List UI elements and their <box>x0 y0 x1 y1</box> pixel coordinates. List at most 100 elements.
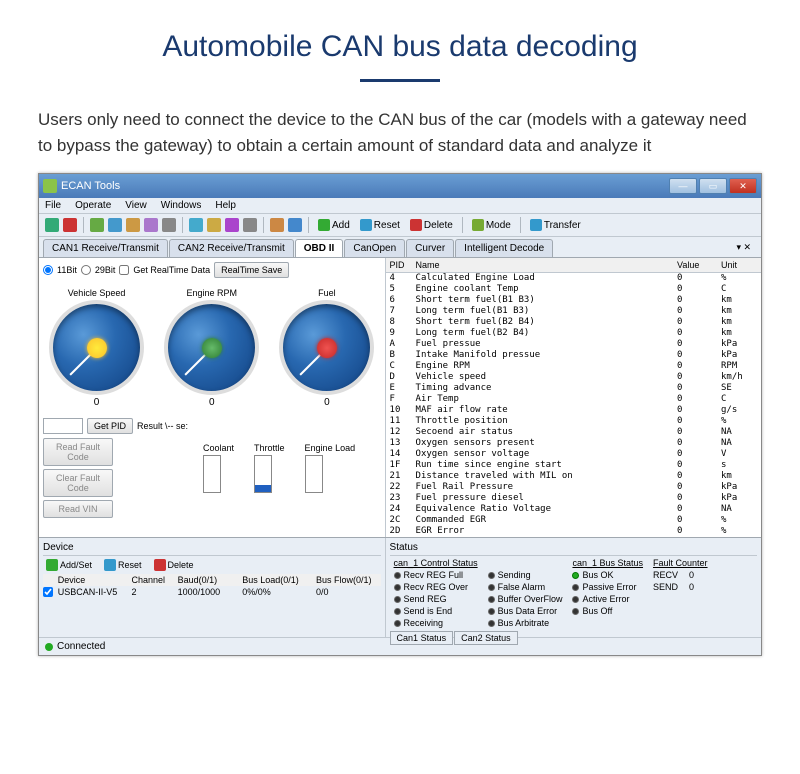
radio-11bit[interactable] <box>43 265 53 275</box>
tabs-close-icon[interactable]: ▾ ✕ <box>730 239 757 257</box>
minimize-button[interactable]: — <box>669 178 697 194</box>
add-button[interactable]: Add <box>315 218 353 232</box>
menu-view[interactable]: View <box>125 200 147 211</box>
pid-row[interactable]: AFuel pressue0kPa <box>386 339 761 350</box>
status-item: Bus Off <box>572 606 643 617</box>
pid-row[interactable]: 4Calculated Engine Load0% <box>386 273 761 284</box>
device-reset-button[interactable]: Reset <box>101 558 145 572</box>
pid-row[interactable]: FAir Temp0C <box>386 394 761 405</box>
status-item: Bus Data Error <box>488 606 563 617</box>
menu-help[interactable]: Help <box>215 200 236 211</box>
save-icon[interactable] <box>90 218 104 232</box>
transfer-button[interactable]: Transfer <box>527 218 584 232</box>
pid-row[interactable]: 14Oxygen sensor voltage0V <box>386 449 761 460</box>
tab-curver[interactable]: Curver <box>406 239 454 257</box>
grid-icon[interactable] <box>243 218 257 232</box>
pid-row[interactable]: 22Fuel Rail Pressure0kPa <box>386 482 761 493</box>
play-icon[interactable] <box>189 218 203 232</box>
pid-row[interactable]: 12Secoend air status0NA <box>386 427 761 438</box>
realtime-save-button[interactable]: RealTime Save <box>214 262 289 278</box>
window-title: ECAN Tools <box>61 180 669 192</box>
open-icon[interactable] <box>108 218 122 232</box>
fault-send-label: SEND <box>653 582 678 593</box>
radio-29bit[interactable] <box>81 265 91 275</box>
device-row[interactable]: USBCAN-II-V521000/10000%/0%0/0 <box>43 586 381 600</box>
mode-button[interactable]: Mode <box>469 218 514 232</box>
tab-can2[interactable]: CAN2 Receive/Transmit <box>169 239 294 257</box>
app-icon <box>43 179 57 193</box>
status-item: Sending <box>488 570 563 581</box>
main-area: 11Bit 29Bit Get RealTime Data RealTime S… <box>39 257 761 537</box>
pause-icon[interactable] <box>207 218 221 232</box>
menu-windows[interactable]: Windows <box>161 200 202 211</box>
label-11bit: 11Bit <box>57 265 77 275</box>
filter-icon[interactable] <box>144 218 158 232</box>
pid-row[interactable]: ETiming advance0SE <box>386 383 761 394</box>
device-panel: Device Add/Set Reset Delete DeviceChanne… <box>39 538 386 637</box>
toolbar: Add Reset Delete Mode Transfer <box>39 214 761 237</box>
pid-table-body[interactable]: 4Calculated Engine Load0%5Engine coolant… <box>386 273 761 537</box>
get-pid-button[interactable]: Get PID <box>87 418 133 434</box>
status-panel-title: Status <box>390 540 757 556</box>
maximize-button[interactable]: ▭ <box>699 178 727 194</box>
status-item: Send REG <box>394 594 478 605</box>
device-checkbox[interactable] <box>43 587 53 597</box>
tool-icon[interactable] <box>126 218 140 232</box>
clear-fault-code-button[interactable]: Clear Fault Code <box>43 469 113 497</box>
tab-obd2[interactable]: OBD II <box>295 239 344 257</box>
app-window: ECAN Tools — ▭ ✕ File Operate View Windo… <box>38 173 762 656</box>
status-item: False Alarm <box>488 582 563 593</box>
titlebar: ECAN Tools — ▭ ✕ <box>39 174 761 198</box>
config-icon[interactable] <box>162 218 176 232</box>
device-addset-button[interactable]: Add/Set <box>43 558 95 572</box>
pid-row[interactable]: 10MAF air flow rate0g/s <box>386 405 761 416</box>
tab-canopen[interactable]: CanOpen <box>344 239 405 257</box>
pid-row[interactable]: 5Engine coolant Temp0C <box>386 284 761 295</box>
stop-icon[interactable] <box>63 218 77 232</box>
pid-row[interactable]: BIntake Manifold pressue0kPa <box>386 350 761 361</box>
close-button[interactable]: ✕ <box>729 178 757 194</box>
pid-row[interactable]: 2CCommanded EGR0% <box>386 515 761 526</box>
option-icon[interactable] <box>225 218 239 232</box>
status-item: Buffer OverFlow <box>488 594 563 605</box>
menu-operate[interactable]: Operate <box>75 200 111 211</box>
tab-intelligent-decode[interactable]: Intelligent Decode <box>455 239 553 257</box>
pid-row[interactable]: 7Long term fuel(B1 B3)0km <box>386 306 761 317</box>
pid-row[interactable]: 2DEGR Error0% <box>386 526 761 537</box>
status-col4-header: Fault Counter <box>653 558 708 569</box>
pid-row[interactable]: 11Throttle position0% <box>386 416 761 427</box>
pid-row[interactable]: 13Oxygen sensors present0NA <box>386 438 761 449</box>
status-item: Bus Arbitrate <box>488 618 563 629</box>
pid-row[interactable]: 6Short term fuel(B1 B3)0km <box>386 295 761 306</box>
pid-row[interactable]: 8Short term fuel(B2 B4)0km <box>386 317 761 328</box>
tab-can1-status[interactable]: Can1 Status <box>390 631 454 645</box>
pid-row[interactable]: DVehicle speed0km/h <box>386 372 761 383</box>
pid-input[interactable] <box>43 418 83 434</box>
read-fault-code-button[interactable]: Read Fault Code <box>43 438 113 466</box>
pid-row[interactable]: CEngine RPM0RPM <box>386 361 761 372</box>
bar-engine-load: Engine Load <box>305 443 356 493</box>
export-icon[interactable] <box>270 218 284 232</box>
read-vin-button[interactable]: Read VIN <box>43 500 113 518</box>
pid-row[interactable]: 1FRun time since engine start0s <box>386 460 761 471</box>
device-delete-button[interactable]: Delete <box>151 558 197 572</box>
pid-row[interactable]: 23Fuel pressure diesel0kPa <box>386 493 761 504</box>
pid-table-header: PIDNameValueUnit <box>386 258 761 273</box>
tab-can2-status[interactable]: Can2 Status <box>454 631 518 645</box>
import-icon[interactable] <box>288 218 302 232</box>
main-tabs: CAN1 Receive/Transmit CAN2 Receive/Trans… <box>39 237 761 257</box>
reset-button[interactable]: Reset <box>357 218 403 232</box>
checkbox-realtime[interactable] <box>119 265 129 275</box>
start-icon[interactable] <box>45 218 59 232</box>
pid-row[interactable]: 24Equivalence Ratio Voltage0NA <box>386 504 761 515</box>
gauge-vehicle-speed: Vehicle Speed 0 <box>49 288 144 408</box>
label-realtime: Get RealTime Data <box>133 265 210 275</box>
obd-left-panel: 11Bit 29Bit Get RealTime Data RealTime S… <box>39 258 386 537</box>
pid-row[interactable]: 21Distance traveled with MIL on0km <box>386 471 761 482</box>
menu-file[interactable]: File <box>45 200 61 211</box>
pid-row[interactable]: 9Long term fuel(B2 B4)0km <box>386 328 761 339</box>
tab-can1[interactable]: CAN1 Receive/Transmit <box>43 239 168 257</box>
status-col3-header: can_1 Bus Status <box>572 558 643 569</box>
delete-button[interactable]: Delete <box>407 218 456 232</box>
status-item: Recv REG Full <box>394 570 478 581</box>
